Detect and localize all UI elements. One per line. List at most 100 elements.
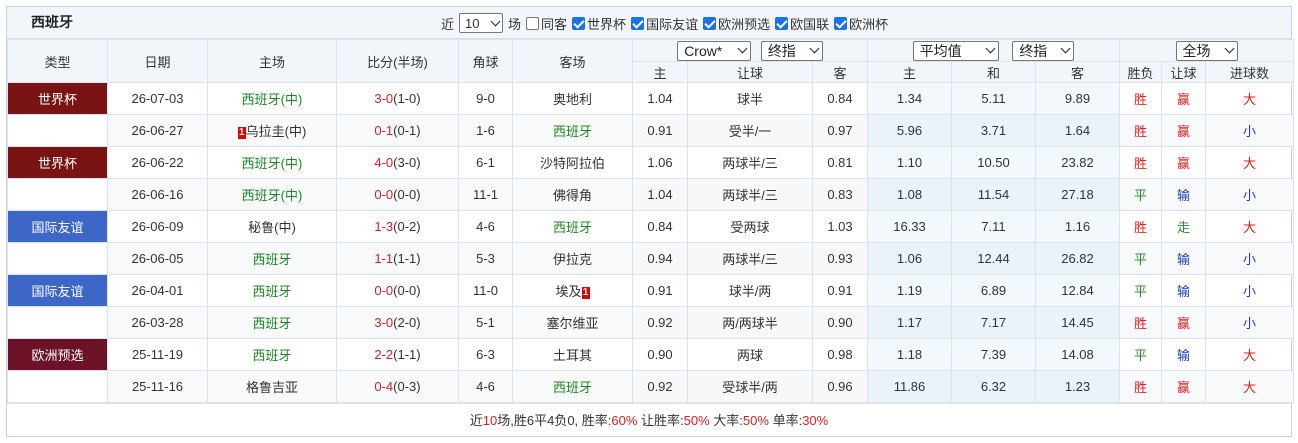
away-team-name[interactable]: 塞尔维亚 (546, 316, 598, 331)
event-type-cell[interactable]: 世界杯 (7, 178, 108, 211)
away-team-name[interactable]: 土耳其 (553, 348, 592, 363)
handicap-home-cell: 0.92 (632, 306, 688, 339)
event-type-cell[interactable]: 欧洲预选 (7, 370, 108, 403)
away-team-name[interactable]: 西班牙 (553, 380, 592, 395)
score-cell[interactable]: 1-1(1-1) (336, 242, 459, 275)
home-team-cell[interactable]: 西班牙 (207, 306, 337, 339)
score-cell[interactable]: 0-0(0-0) (336, 178, 459, 211)
event-type-cell[interactable]: 国际友谊 (7, 242, 108, 275)
event-type-cell[interactable]: 欧洲预选 (7, 338, 108, 371)
avg-home-cell: 1.18 (867, 338, 952, 371)
same-home-checkbox[interactable] (526, 16, 540, 30)
score-cell[interactable]: 0-4(0-3) (336, 370, 459, 403)
goals-result-cell: 小 (1205, 114, 1295, 147)
home-team-name[interactable]: 西班牙(中) (242, 156, 303, 171)
home-team-cell[interactable]: 秘鲁(中) (207, 210, 337, 243)
away-team-name[interactable]: 埃及 (555, 284, 581, 299)
score-cell[interactable]: 0-0(0-0) (336, 274, 459, 307)
filter-checkbox[interactable] (775, 16, 789, 30)
away-team-name[interactable]: 佛得角 (553, 188, 592, 203)
home-team-cell[interactable]: 西班牙 (207, 274, 337, 307)
home-team-name[interactable]: 西班牙 (252, 284, 291, 299)
match-row[interactable]: 欧洲预选 25-11-19 西班牙 2-2(1-1) 6-3 土耳其 0.90 两球 0.98 1… (7, 338, 1295, 371)
away-team-cell[interactable]: 西班牙 (512, 210, 633, 243)
match-row[interactable]: 国际友谊 26-03-28 西班牙 3-0(2-0) 5-1 塞尔维亚 0.92 两/两球半 0… (7, 306, 1295, 339)
result-header: 全场 (1119, 39, 1295, 62)
away-team-cell[interactable]: 西班牙 (512, 114, 633, 147)
away-team-cell[interactable]: 西班牙 (512, 370, 633, 403)
away-team-name[interactable]: 伊拉克 (553, 252, 592, 267)
match-row[interactable]: 欧洲预选 25-11-16 格鲁吉亚 0-4(0-3) 4-6 西班牙 0.92 受球半/两 0… (7, 370, 1295, 403)
event-type-cell[interactable]: 国际友谊 (7, 306, 108, 339)
match-row[interactable]: 国际友谊 26-06-09 秘鲁(中) 1-3(0-2) 4-6 西班牙 0.84 受两球 1.… (7, 210, 1295, 243)
match-row[interactable]: 国际友谊 26-04-01 西班牙 0-0(0-0) 11-0 埃及1 0.91 球半/两 0.… (7, 274, 1295, 307)
event-type-cell[interactable]: 世界杯 (7, 82, 108, 115)
match-row[interactable]: 世界杯 26-06-16 西班牙(中) 0-0(0-0) 11-1 佛得角 1.04 两球半/… (7, 178, 1295, 211)
score-cell[interactable]: 3-0(1-0) (336, 82, 459, 115)
home-team-cell[interactable]: 西班牙(中) (207, 178, 337, 211)
away-team-cell[interactable]: 沙特阿拉伯 (512, 146, 633, 179)
event-type-cell[interactable]: 国际友谊 (7, 274, 108, 307)
event-type-cell[interactable]: 世界杯 (7, 146, 108, 179)
recent-count-select[interactable]: 10 (459, 13, 504, 33)
home-team-cell[interactable]: 西班牙 (207, 338, 337, 371)
avg-home-cell: 1.08 (867, 178, 952, 211)
home-team-name[interactable]: 西班牙 (252, 348, 291, 363)
score-cell[interactable]: 0-1(0-1) (336, 114, 459, 147)
avg-home-odds: 16.33 (893, 219, 926, 234)
away-team-cell[interactable]: 土耳其 (512, 338, 633, 371)
match-row[interactable]: 世界杯 26-07-03 西班牙(中) 3-0(1-0) 9-0 奥地利 1.04 球半 0.8… (7, 82, 1295, 115)
score-cell[interactable]: 2-2(1-1) (336, 338, 459, 371)
away-team-name[interactable]: 西班牙 (553, 220, 592, 235)
away-team-name[interactable]: 西班牙 (553, 124, 592, 139)
filter-checkbox[interactable] (703, 16, 717, 30)
home-team-cell[interactable]: 1乌拉圭(中) (207, 114, 337, 147)
col-type: 类型 (7, 39, 108, 83)
handicap-home-cell: 1.04 (632, 82, 688, 115)
home-team-cell[interactable]: 格鲁吉亚 (207, 370, 337, 403)
away-team-cell[interactable]: 埃及1 (512, 274, 633, 307)
away-team-cell[interactable]: 伊拉克 (512, 242, 633, 275)
home-team-name[interactable]: 乌拉圭(中) (246, 124, 307, 139)
away-team-cell[interactable]: 奥地利 (512, 82, 633, 115)
filter-checkbox[interactable] (631, 16, 645, 30)
home-team-name[interactable]: 秘鲁(中) (248, 220, 296, 235)
filter-bar: 近 10 场 同客 世界杯 国际友谊 欧洲预选 欧国联 欧洲杯 (441, 13, 888, 33)
match-row[interactable]: 国际友谊 26-06-05 西班牙 1-1(1-1) 5-3 伊拉克 0.94 两球半/三 0.… (7, 242, 1295, 275)
filter-checkbox[interactable] (834, 16, 848, 30)
handicap-away-cell: 0.90 (812, 306, 868, 339)
handicap-mode-select[interactable]: 终指 (760, 40, 823, 61)
score-cell[interactable]: 1-3(0-2) (336, 210, 459, 243)
filter-checkbox[interactable] (572, 16, 586, 30)
date-cell: 26-06-27 (107, 114, 208, 147)
event-type-label: 世界杯 (37, 156, 77, 171)
home-team-name[interactable]: 西班牙 (252, 316, 291, 331)
period-select[interactable]: 全场 (1175, 40, 1238, 61)
score-cell[interactable]: 4-0(3-0) (336, 146, 459, 179)
match-row[interactable]: 世界杯 26-06-27 1乌拉圭(中) 0-1(0-1) 1-6 西班牙 0.91 受半/一… (7, 114, 1295, 147)
summary-win-rate: 60% (611, 413, 638, 428)
avg-home-odds: 1.19 (896, 283, 923, 298)
average-select[interactable]: 平均值 (912, 40, 999, 61)
away-team-cell[interactable]: 塞尔维亚 (512, 306, 633, 339)
home-team-name[interactable]: 格鲁吉亚 (246, 380, 298, 395)
away-team-name[interactable]: 奥地利 (553, 92, 592, 107)
match-row[interactable]: 世界杯 26-06-22 西班牙(中) 4-0(3-0) 6-1 沙特阿拉伯 1.06 两球半… (7, 146, 1295, 179)
handicap-away-odds: 0.84 (827, 91, 853, 106)
event-type-cell[interactable]: 国际友谊 (7, 210, 108, 243)
home-team-cell[interactable]: 西班牙(中) (207, 82, 337, 115)
corner-cell: 4-6 (458, 210, 513, 243)
score-cell[interactable]: 3-0(2-0) (336, 306, 459, 339)
company-select[interactable]: Crow* (677, 40, 752, 61)
odds-mode-select[interactable]: 终指 (1012, 40, 1075, 61)
away-team-name[interactable]: 沙特阿拉伯 (540, 156, 605, 171)
corner-count: 5-1 (476, 315, 495, 330)
home-team-name[interactable]: 西班牙(中) (242, 92, 303, 107)
home-team-name[interactable]: 西班牙 (252, 252, 291, 267)
home-team-cell[interactable]: 西班牙 (207, 242, 337, 275)
avg-draw-odds: 6.32 (980, 379, 1007, 394)
away-team-cell[interactable]: 佛得角 (512, 178, 633, 211)
event-type-cell[interactable]: 世界杯 (7, 114, 108, 147)
home-team-name[interactable]: 西班牙(中) (242, 188, 303, 203)
home-team-cell[interactable]: 西班牙(中) (207, 146, 337, 179)
